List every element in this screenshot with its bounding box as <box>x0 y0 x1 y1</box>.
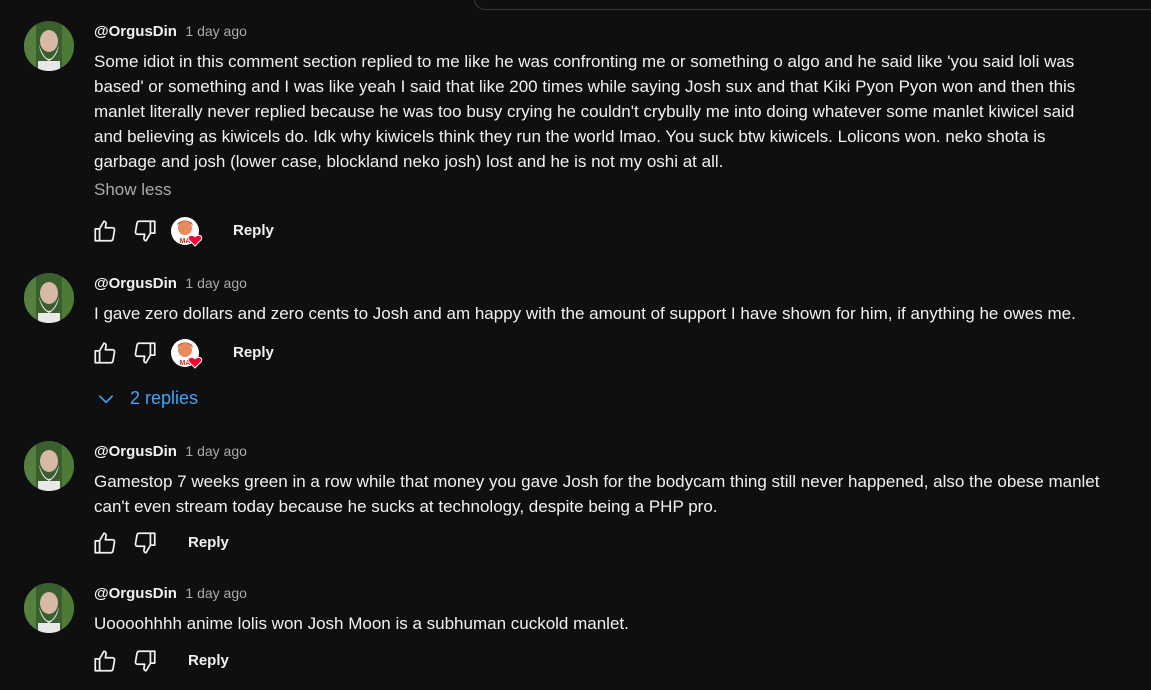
author-name[interactable]: @OrgusDin <box>94 585 177 602</box>
show-less-button[interactable]: Show less <box>94 180 171 200</box>
chevron-down-icon <box>98 394 114 404</box>
author-name[interactable]: @OrgusDin <box>94 443 177 460</box>
like-button[interactable] <box>90 646 120 676</box>
comment-text: I gave zero dollars and zero cents to Jo… <box>94 301 1134 326</box>
thumbs-up-icon <box>94 532 116 554</box>
dislike-button[interactable] <box>130 216 160 246</box>
comment-text-line: I gave zero dollars and zero cents to Jo… <box>94 304 1076 323</box>
like-button[interactable] <box>90 528 120 558</box>
thumbs-down-icon <box>134 342 156 364</box>
comment-text-line: garbage and josh (lower case, blockland … <box>94 152 724 171</box>
avatar[interactable] <box>24 21 74 71</box>
avatar[interactable] <box>24 583 74 633</box>
like-button[interactable] <box>90 338 120 368</box>
comment-timestamp[interactable]: 1 day ago <box>185 275 247 291</box>
comment-header: @OrgusDin 1 day ago <box>94 23 247 41</box>
comment-text: Some idiot in this comment section repli… <box>94 49 1134 174</box>
comment-text-line: Gamestop 7 weeks green in a row while th… <box>94 472 1100 491</box>
avatar[interactable] <box>24 441 74 491</box>
comment-text-line: Some idiot in this comment section repli… <box>94 52 1075 71</box>
thumbs-down-icon <box>134 650 156 672</box>
thumbs-up-icon <box>94 342 116 364</box>
comment-text-line: based' or something and I was like yeah … <box>94 77 1076 96</box>
reply-button[interactable]: Reply <box>233 344 274 361</box>
author-name[interactable]: @OrgusDin <box>94 23 177 40</box>
comment-header: @OrgusDin 1 day ago <box>94 443 247 461</box>
comment-text-line: manlet literally never replied because h… <box>94 102 1075 121</box>
reply-button[interactable]: Reply <box>188 534 229 551</box>
reply-button[interactable]: Reply <box>188 652 229 669</box>
creator-heart-badge[interactable]: MA <box>170 338 204 370</box>
dislike-button[interactable] <box>130 646 160 676</box>
comment-timestamp[interactable]: 1 day ago <box>185 443 247 459</box>
view-replies-button[interactable]: 2 replies <box>96 388 198 409</box>
replies-count-label: 2 replies <box>130 388 199 408</box>
like-button[interactable] <box>90 216 120 246</box>
comment-text-line: Uoooohhhh anime lolis won Josh Moon is a… <box>94 614 629 633</box>
comment-header: @OrgusDin 1 day ago <box>94 275 247 293</box>
comment-header: @OrgusDin 1 day ago <box>94 585 247 603</box>
thumbs-down-icon <box>134 220 156 242</box>
comment-timestamp[interactable]: 1 day ago <box>185 585 247 601</box>
comment-timestamp[interactable]: 1 day ago <box>185 23 247 39</box>
avatar[interactable] <box>24 273 74 323</box>
comment-text: Uoooohhhh anime lolis won Josh Moon is a… <box>94 611 1134 636</box>
search-box-edge <box>474 0 1151 10</box>
author-name[interactable]: @OrgusDin <box>94 275 177 292</box>
thumbs-up-icon <box>94 650 116 672</box>
comment-text: Gamestop 7 weeks green in a row while th… <box>94 469 1134 519</box>
creator-heart-badge[interactable]: MA <box>170 216 204 248</box>
thumbs-up-icon <box>94 220 116 242</box>
comment-text-line: and believing as kiwicels do. Idk why ki… <box>94 127 1046 146</box>
reply-button[interactable]: Reply <box>233 222 274 239</box>
dislike-button[interactable] <box>130 338 160 368</box>
thumbs-down-icon <box>134 532 156 554</box>
dislike-button[interactable] <box>130 528 160 558</box>
comment-text-line: can't even stream today because he sucks… <box>94 497 718 516</box>
